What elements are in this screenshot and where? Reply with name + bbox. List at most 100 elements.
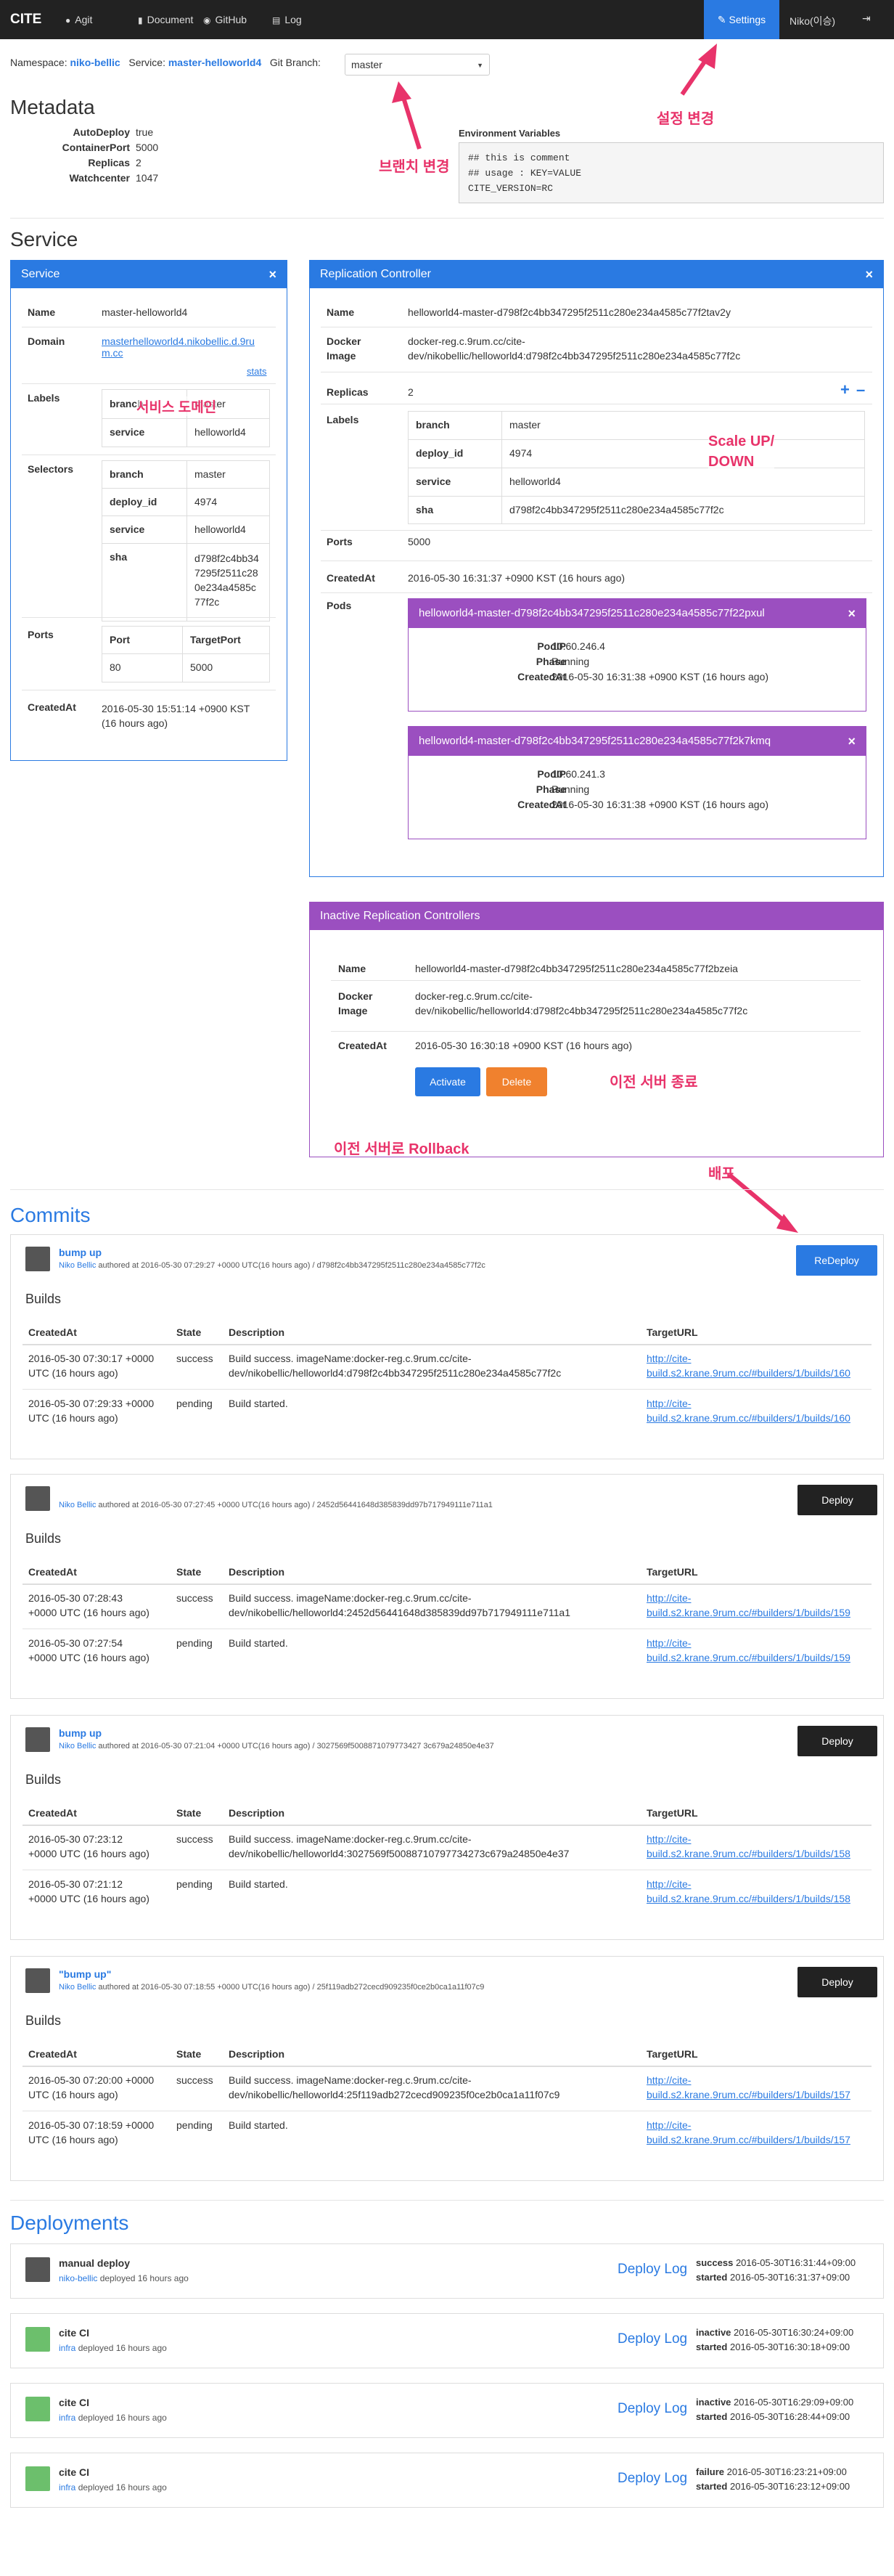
- deployment-user[interactable]: niko-bellic: [59, 2273, 97, 2283]
- build-description: Build success. imageName:docker-reg.c.9r…: [229, 1592, 570, 1618]
- activate-button[interactable]: Activate: [415, 1067, 480, 1096]
- irc-image-key: Docker Image: [338, 990, 373, 1016]
- arrowhead: [392, 81, 411, 103]
- divider: [321, 592, 872, 593]
- deployment-status: inactive 2016-05-30T16:30:24+09:00 starte…: [696, 2327, 854, 2352]
- table-row: shad798f2c4bb347295f2511c280e234a4585c77…: [409, 497, 864, 523]
- build-url-link[interactable]: http://cite-build.s2.krane.9rum.cc/#buil…: [647, 1636, 850, 1665]
- rc-panel-header: Replication Controller ×: [310, 261, 883, 288]
- close-icon[interactable]: ×: [848, 599, 856, 628]
- build-createdat: 2016-05-30 07:30:17 +0000 UTC (16 hours a…: [28, 1353, 155, 1379]
- build-createdat: 2016-05-30 07:27:54 +0000 UTC (16 hours a…: [28, 1637, 149, 1663]
- col-state: State: [176, 1807, 202, 1819]
- table-row: branchmaster: [102, 461, 269, 489]
- col-targeturl: TargetURL: [647, 1807, 698, 1819]
- service-domain-link[interactable]: masterhelloworld4.nikobellic.d.9ru m.cc: [102, 335, 255, 359]
- rc-image-value: docker-reg.c.9rum.cc/cite-dev/nikobellic…: [408, 335, 741, 362]
- divider: [22, 1583, 872, 1585]
- delete-button[interactable]: Delete: [486, 1067, 547, 1096]
- deployment-card: cite CI infra deployed 16 hours ago Deploy…: [10, 2453, 884, 2508]
- commit-meta-text: authored at 2016-05-30 07:29:27 +0000 UT…: [98, 1261, 485, 1270]
- deploy-log-link[interactable]: Deploy Log: [618, 2471, 687, 2487]
- deploy-log-link[interactable]: Deploy Log: [618, 2262, 687, 2278]
- table-row: service helloworld4: [409, 468, 864, 497]
- build-state: success: [176, 1353, 213, 1364]
- deployment-title: cite CI: [59, 2466, 90, 2478]
- rc-pods-key: Pods: [327, 600, 352, 611]
- deployment-meta: infra deployed 16 hours ago: [59, 2343, 167, 2353]
- build-description: Build success. imageName:docker-reg.c.9r…: [229, 2074, 560, 2100]
- avatar: [25, 1247, 50, 1271]
- col-createdat: CreatedAt: [28, 2048, 77, 2060]
- irc-image-value: docker-reg.c.9rum.cc/cite-dev/nikobellic…: [415, 990, 748, 1016]
- commit-author[interactable]: Niko Bellic: [59, 1501, 96, 1509]
- deployment-meta: niko-bellic deployed 16 hours ago: [59, 2273, 189, 2283]
- build-createdat: 2016-05-30 07:18:59 +0000 UTC (16 hours a…: [28, 2119, 155, 2145]
- col-createdat: CreatedAt: [28, 1566, 77, 1578]
- commit-author[interactable]: Niko Bellic: [59, 1261, 96, 1270]
- deployment-status: inactive 2016-05-30T16:29:09+09:00 starte…: [696, 2397, 854, 2422]
- irc-name-key: Name: [338, 963, 366, 974]
- build-state: pending: [176, 1398, 213, 1409]
- annotation-domain: 서비스 도메인: [136, 396, 217, 416]
- deployment-card: manual deploy niko-bellic deployed 16 hou…: [10, 2243, 884, 2299]
- service-ports-table: Port TargetPort 80 5000: [102, 626, 270, 682]
- rc-labels-table: branch master deploy_id 4974 service hellow…: [408, 411, 865, 524]
- rc-ports-key: Ports: [327, 536, 353, 547]
- build-url-link[interactable]: http://cite-build.s2.krane.9rum.cc/#buil…: [647, 2118, 850, 2147]
- build-createdat: 2016-05-30 07:21:12 +0000 UTC (16 hours a…: [28, 1878, 149, 1904]
- service-section-title: Service: [10, 228, 78, 250]
- table-row: deploy_id 4974: [409, 440, 864, 468]
- close-icon[interactable]: ×: [848, 727, 856, 756]
- inactive-rc-header: Inactive Replication Controllers: [310, 902, 883, 930]
- deploy-button[interactable]: Deploy: [797, 1485, 877, 1515]
- build-description: Build started.: [229, 2119, 288, 2131]
- avatar: [25, 2466, 50, 2491]
- deployment-user[interactable]: infra: [59, 2413, 75, 2423]
- close-icon[interactable]: ×: [865, 261, 873, 288]
- build-url-link[interactable]: http://cite-build.s2.krane.9rum.cc/#buil…: [647, 1351, 850, 1380]
- deploy-log-link[interactable]: Deploy Log: [618, 2401, 687, 2417]
- commit-title[interactable]: "bump up": [59, 1968, 111, 1980]
- deploy-log-link[interactable]: Deploy Log: [618, 2331, 687, 2347]
- build-url-link[interactable]: http://cite-build.s2.krane.9rum.cc/#buil…: [647, 1832, 850, 1861]
- deployment-user[interactable]: infra: [59, 2482, 75, 2493]
- pod-values: 10.60.241.3 Running 2016-05-30 16:31:38 +0…: [551, 768, 769, 810]
- commit-title[interactable]: bump up: [59, 1727, 102, 1739]
- build-url-link[interactable]: http://cite-build.s2.krane.9rum.cc/#buil…: [647, 1396, 850, 1425]
- pod-title[interactable]: helloworld4-master-d798f2c4bb347295f2511…: [419, 735, 771, 747]
- deployment-user[interactable]: infra: [59, 2343, 75, 2353]
- pod-title[interactable]: helloworld4-master-d798f2c4bb347295f2511…: [419, 607, 765, 619]
- avatar: [25, 2327, 50, 2352]
- build-description: Build started.: [229, 1637, 288, 1649]
- build-state: pending: [176, 2119, 213, 2131]
- scale-down-button[interactable]: –: [856, 380, 865, 399]
- table-row: 80 5000: [102, 654, 269, 682]
- build-url-link[interactable]: http://cite-build.s2.krane.9rum.cc/#buil…: [647, 2073, 850, 2102]
- build-createdat: 2016-05-30 07:29:33 +0000 UTC (16 hours a…: [28, 1398, 155, 1424]
- scale-up-button[interactable]: +: [840, 380, 850, 399]
- service-selectors-table: branch master deploy_id 4974 service hellow…: [102, 460, 270, 621]
- rc-name-key: Name: [327, 306, 355, 318]
- commit-author[interactable]: Niko Bellic: [59, 1983, 96, 1992]
- stats-link[interactable]: stats: [247, 366, 266, 377]
- close-icon[interactable]: ×: [268, 261, 276, 288]
- service-domain-key: Domain: [28, 335, 65, 347]
- deploy-button[interactable]: Deploy: [797, 1726, 877, 1756]
- table-row: branchmaster: [409, 412, 864, 440]
- commit-author[interactable]: Niko Bellic: [59, 1742, 96, 1750]
- divider: [22, 383, 276, 384]
- deploy-button[interactable]: Deploy: [797, 1967, 877, 1997]
- commit-card: bump up Niko Bellic authored at 2016-05-3…: [10, 1715, 884, 1940]
- annotation-rollback: 이전 서버로 Rollback: [334, 1141, 469, 1157]
- build-url-link[interactable]: http://cite-build.s2.krane.9rum.cc/#buil…: [647, 1877, 850, 1906]
- commit-card: "bump up" Niko Bellic authored at 2016-05…: [10, 1956, 884, 2181]
- deploy-button[interactable]: ReDeploy: [796, 1245, 877, 1276]
- avatar: [25, 2397, 50, 2421]
- service-labels-key: Labels: [28, 392, 60, 404]
- build-url-link[interactable]: http://cite-build.s2.krane.9rum.cc/#buil…: [647, 1591, 850, 1620]
- col-state: State: [176, 1566, 202, 1578]
- annotation-scale: Scale UP/DOWN: [708, 431, 775, 472]
- builds-title: Builds: [25, 2013, 62, 2028]
- commit-title[interactable]: bump up: [59, 1247, 102, 1258]
